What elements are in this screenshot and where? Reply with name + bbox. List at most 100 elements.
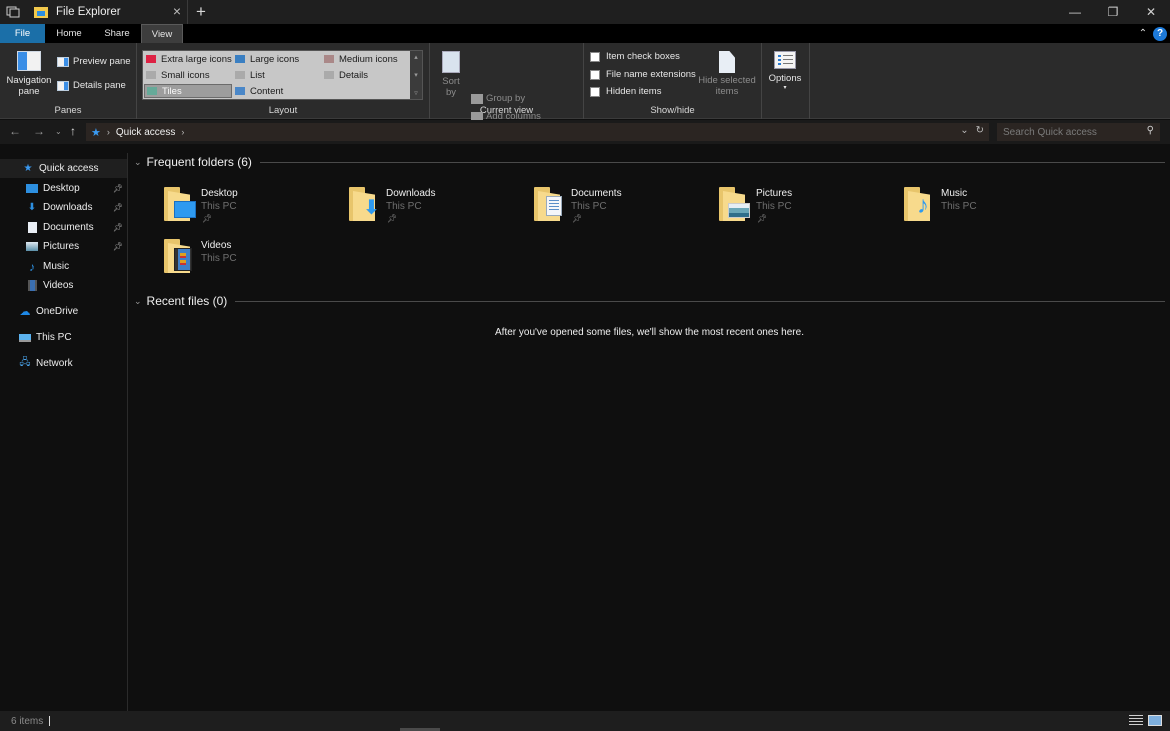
tab-file[interactable]: File	[0, 24, 45, 43]
back-button[interactable]: ←	[9, 124, 21, 138]
sidebar-item-music[interactable]: ♪ Music	[0, 257, 127, 276]
recent-locations-button[interactable]: ⌄	[55, 127, 62, 136]
navigation-pane-button[interactable]: Navigation pane	[5, 51, 53, 97]
close-button[interactable]: ✕	[1132, 0, 1170, 24]
content-icon	[235, 87, 245, 95]
pin-icon[interactable]: 📌︎	[113, 223, 123, 232]
scroll-down-icon[interactable]: ▾	[414, 71, 418, 79]
hide-selected-items-button[interactable]: Hide selected items	[697, 51, 757, 97]
sidebar-item-quick-access[interactable]: ★ Quick access	[0, 159, 127, 178]
checkbox-box[interactable]	[590, 51, 600, 62]
pin-icon: 📌︎	[387, 214, 398, 223]
breadcrumb-separator-icon[interactable]: ›	[107, 127, 110, 137]
new-tab-button[interactable]: +	[188, 0, 214, 24]
layout-medium-icons[interactable]: Medium icons	[324, 52, 398, 66]
collapse-ribbon-icon[interactable]: ⌃	[1133, 28, 1153, 39]
collapse-chevron-icon[interactable]: ⌄	[134, 157, 142, 168]
sidebar-item-pictures[interactable]: Pictures 📌︎	[0, 237, 127, 256]
refresh-icon[interactable]: ↻	[976, 125, 984, 136]
pin-icon[interactable]: 📌︎	[113, 203, 123, 212]
group-by-icon	[471, 93, 483, 104]
sidebar-item-desktop[interactable]: Desktop 📌︎	[0, 179, 127, 198]
pin-icon: 📌︎	[757, 214, 768, 223]
layout-extra-large-icons[interactable]: Extra large icons	[146, 52, 232, 66]
layout-gallery: Extra large icons Large icons Medium ico…	[142, 50, 423, 100]
recent-files-header[interactable]: ⌄ Recent files (0)	[134, 294, 1165, 308]
video-icon	[26, 280, 38, 291]
checkbox-box[interactable]	[590, 86, 600, 97]
search-input[interactable]: Search Quick access ⚲	[997, 123, 1160, 141]
tab-file-explorer[interactable]: File Explorer ×	[26, 0, 188, 24]
layout-content[interactable]: Content	[235, 84, 283, 98]
list-icon	[235, 71, 245, 79]
folder-tile-downloads[interactable]: ⬇ Downloads This PC 📌︎	[344, 185, 529, 229]
folder-tile-music[interactable]: ♪ Music This PC	[899, 185, 1084, 229]
sidebar-item-videos[interactable]: Videos	[0, 276, 127, 295]
forward-button[interactable]: →	[33, 124, 45, 138]
folder-videos-icon	[164, 239, 194, 273]
layout-gallery-scroll[interactable]: ▴ ▾ ▿	[410, 51, 422, 99]
layout-large-icons[interactable]: Large icons	[235, 52, 299, 66]
folder-tile-pictures[interactable]: Pictures This PC 📌︎	[714, 185, 899, 229]
layout-group-label: Layout	[268, 105, 298, 116]
tab-view[interactable]: View	[141, 24, 183, 43]
sidebar-item-onedrive[interactable]: ☁ OneDrive	[0, 302, 127, 321]
item-count: 6 items	[11, 715, 44, 727]
ribbon-tabs: File Home Share View ⌃ ?	[0, 24, 1170, 43]
search-icon[interactable]: ⚲	[1147, 125, 1154, 136]
sort-by-button[interactable]: Sort by	[440, 51, 462, 98]
breadcrumb-separator-icon[interactable]: ›	[181, 127, 184, 137]
up-button[interactable]: ↑	[70, 124, 76, 138]
file-name-extensions-checkbox[interactable]: File name extensions	[590, 69, 696, 80]
tab-share[interactable]: Share	[93, 24, 141, 43]
panes-group: Navigation pane Preview pane Details pan…	[0, 43, 137, 119]
folder-music-icon: ♪	[904, 187, 934, 221]
details-icon	[324, 71, 334, 79]
folder-tile-videos[interactable]: Videos This PC	[159, 237, 344, 281]
sidebar-item-documents[interactable]: Documents 📌︎	[0, 218, 127, 237]
sidebar-item-this-pc[interactable]: This PC	[0, 328, 127, 347]
help-icon[interactable]: ?	[1153, 26, 1167, 41]
details-view-button[interactable]	[1129, 715, 1143, 726]
layout-details[interactable]: Details	[324, 68, 368, 82]
collapse-chevron-icon[interactable]: ⌄	[134, 296, 142, 307]
task-view-button[interactable]	[0, 0, 26, 24]
status-separator	[49, 716, 51, 726]
hidden-items-checkbox[interactable]: Hidden items	[590, 86, 661, 97]
status-bar: 6 items	[0, 711, 1170, 731]
pin-icon[interactable]: 📌︎	[113, 242, 123, 251]
search-placeholder: Search Quick access	[1003, 126, 1097, 138]
picture-icon	[26, 241, 38, 252]
panes-group-label: Panes	[54, 105, 82, 116]
checkbox-box[interactable]	[590, 69, 600, 80]
close-tab-icon[interactable]: ×	[173, 3, 181, 19]
folder-tile-documents[interactable]: Documents This PC 📌︎	[529, 185, 714, 229]
address-bar[interactable]: ★ › Quick access › ⌄ ↻	[86, 123, 989, 141]
layout-small-icons[interactable]: Small icons	[146, 68, 210, 82]
group-by-button[interactable]: Group by	[471, 93, 525, 104]
cloud-icon: ☁	[19, 306, 31, 318]
minimize-button[interactable]: —	[1056, 0, 1094, 24]
item-check-boxes-checkbox[interactable]: Item check boxes	[590, 51, 680, 62]
layout-tiles[interactable]: Tiles	[144, 84, 232, 98]
music-icon: ♪	[29, 259, 35, 274]
frequent-folders-header[interactable]: ⌄ Frequent folders (6)	[134, 155, 1165, 169]
scroll-up-icon[interactable]: ▴	[414, 53, 418, 61]
sidebar-item-downloads[interactable]: ⬇ Downloads 📌︎	[0, 198, 127, 217]
tab-home[interactable]: Home	[45, 24, 93, 43]
show-hide-group-label: Show/hide	[650, 105, 695, 116]
folder-tile-desktop[interactable]: Desktop This PC 📌︎	[159, 185, 344, 229]
preview-pane-button[interactable]: Preview pane	[57, 56, 131, 67]
title-bar: File Explorer × + — ❐ ✕	[0, 0, 1170, 24]
breadcrumb-quick-access[interactable]: Quick access	[116, 127, 175, 138]
address-dropdown-icon[interactable]: ⌄	[960, 125, 968, 136]
large-icons-view-button[interactable]	[1148, 715, 1162, 726]
details-pane-button[interactable]: Details pane	[57, 80, 126, 91]
sidebar-item-network[interactable]: 🖧︎ Network	[0, 354, 127, 373]
layout-list[interactable]: List	[235, 68, 265, 82]
pin-icon[interactable]: 📌︎	[113, 184, 123, 193]
expand-gallery-icon[interactable]: ▿	[414, 89, 418, 97]
section-divider	[259, 161, 1165, 163]
restore-button[interactable]: ❐	[1094, 0, 1132, 24]
options-button[interactable]: Options ▾	[766, 51, 804, 91]
